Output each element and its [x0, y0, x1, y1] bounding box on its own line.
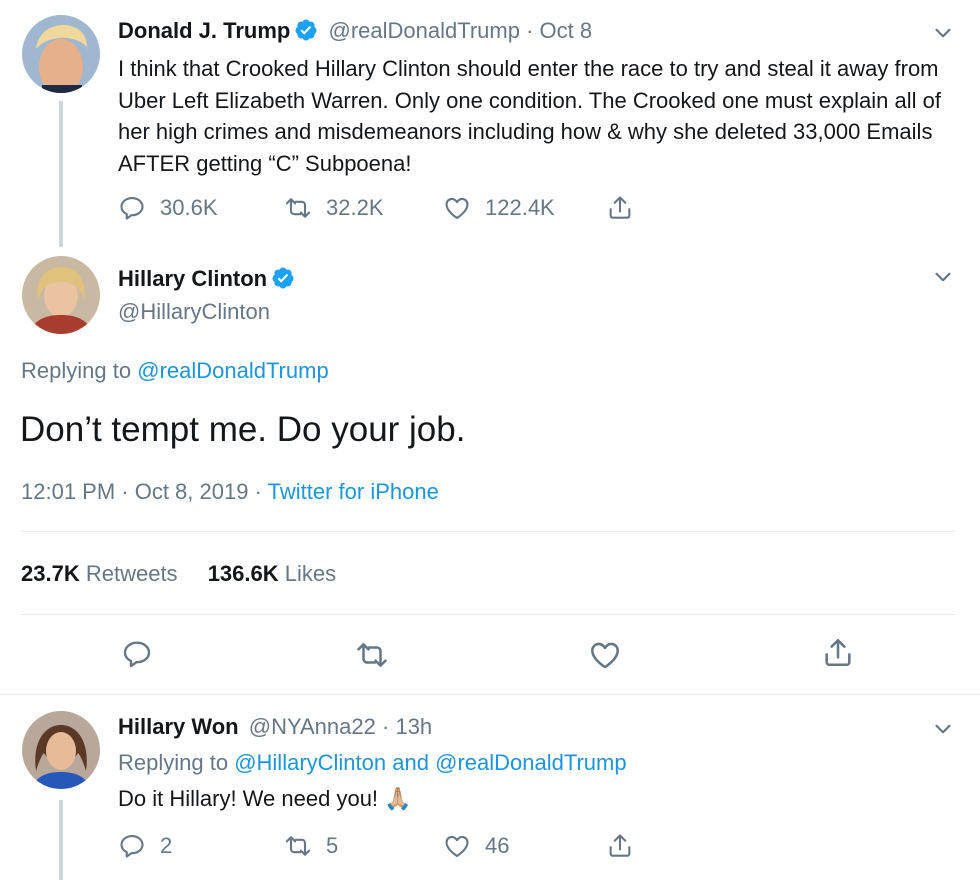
tweet-text: I think that Crooked Hillary Clinton sho… [118, 56, 942, 176]
tweet-header: Hillary Won @NYAnna22 · 13h [118, 712, 432, 742]
replying-to: Replying to @realDonaldTrump [21, 356, 329, 386]
avatar[interactable] [22, 15, 100, 93]
replying-to: Replying to @HillaryClinton and @realDon… [118, 748, 627, 778]
separator: · [382, 714, 390, 739]
reply-count: 2 [160, 833, 173, 858]
replying-to-link[interactable]: @realDonaldTrump [435, 750, 626, 775]
thread-line [59, 101, 63, 247]
avatar-image [22, 711, 100, 789]
like-button[interactable]: 46 [443, 832, 509, 860]
verified-badge-icon [271, 266, 295, 290]
likes-stat[interactable]: 136.6K Likes [208, 561, 336, 586]
retweet-count: 32.2K [326, 195, 384, 220]
tweet-time[interactable]: 13h [395, 714, 432, 739]
retweet-icon[interactable] [355, 638, 389, 672]
replying-prefix: Replying to [21, 358, 132, 383]
reply-icon[interactable] [121, 638, 153, 670]
author-handle[interactable]: @realDonaldTrump [328, 18, 519, 43]
tweet-timestamp[interactable]: 12:01 PM · Oct 8, 2019 [21, 479, 248, 504]
avatar[interactable] [22, 711, 100, 789]
likes-count: 136.6K [207, 561, 279, 586]
author-handle[interactable]: @NYAnna22 [249, 714, 376, 739]
tweet-body: Do it Hillary! We need you! [118, 786, 379, 811]
share-button[interactable] [606, 832, 634, 860]
folded-hands-emoji: 🙏🏼 [384, 786, 412, 811]
share-icon [606, 832, 634, 860]
replying-prefix: Replying to [118, 750, 229, 775]
chevron-down-icon[interactable] [930, 20, 956, 46]
retweet-count: 5 [326, 833, 339, 858]
author-name[interactable]: Hillary Clinton [118, 266, 267, 291]
thread-line [59, 800, 63, 880]
like-count: 46 [485, 833, 510, 858]
reply-button[interactable]: 2 [118, 832, 172, 860]
share-icon[interactable] [821, 636, 855, 670]
divider [20, 614, 956, 615]
author-name-row: Hillary Clinton [118, 264, 295, 294]
like-icon [443, 832, 471, 860]
tweet-meta: 12:01 PM · Oct 8, 2019 · Twitter for iPh… [21, 477, 439, 507]
author-handle[interactable]: @HillaryClinton [118, 297, 270, 327]
retweets-count: 23.7K [21, 561, 80, 586]
main-tweet-text: Don’t tempt me. Do your job. [20, 410, 466, 449]
like-icon [443, 194, 471, 222]
replying-and: and [392, 750, 429, 775]
verified-badge-icon [294, 18, 318, 42]
like-button[interactable]: 122.4K [443, 194, 555, 222]
avatar-image [22, 15, 100, 93]
chevron-down-icon[interactable] [930, 264, 956, 290]
retweet-icon [284, 832, 312, 860]
retweets-stat[interactable]: 23.7K Retweets [21, 561, 184, 586]
likes-label: Likes [284, 561, 337, 586]
share-button[interactable] [606, 194, 634, 222]
tweet-source-link[interactable]: Twitter for iPhone [268, 479, 439, 504]
avatar-image [22, 256, 100, 334]
separator: · [526, 18, 534, 43]
like-count: 122.4K [485, 195, 555, 220]
retweet-icon [284, 194, 312, 222]
like-icon[interactable] [588, 638, 622, 672]
share-icon [606, 194, 634, 222]
replying-to-link[interactable]: @realDonaldTrump [137, 358, 328, 383]
divider [0, 694, 980, 695]
reply-count: 30.6K [160, 195, 218, 220]
retweet-button[interactable]: 32.2K [284, 194, 384, 222]
author-name[interactable]: Hillary Won [118, 714, 239, 739]
reply-icon [118, 832, 146, 860]
tweet-header: Donald J. Trump @realDonaldTrump · Oct 8 [118, 16, 592, 46]
retweets-label: Retweets [85, 561, 178, 586]
engagement-stats: 23.7K Retweets 136.6K Likes [21, 559, 336, 589]
avatar[interactable] [22, 256, 100, 334]
replying-to-link[interactable]: @HillaryClinton [234, 750, 386, 775]
reply-icon [118, 194, 146, 222]
retweet-button[interactable]: 5 [284, 832, 338, 860]
tweet-text: Do it Hillary! We need you! 🙏🏼 [118, 784, 412, 814]
divider [20, 531, 956, 532]
author-name[interactable]: Donald J. Trump [118, 18, 290, 43]
reply-button[interactable]: 30.6K [118, 194, 218, 222]
tweet-time[interactable]: Oct 8 [540, 18, 593, 43]
separator: · [254, 479, 262, 504]
chevron-down-icon[interactable] [930, 716, 956, 742]
